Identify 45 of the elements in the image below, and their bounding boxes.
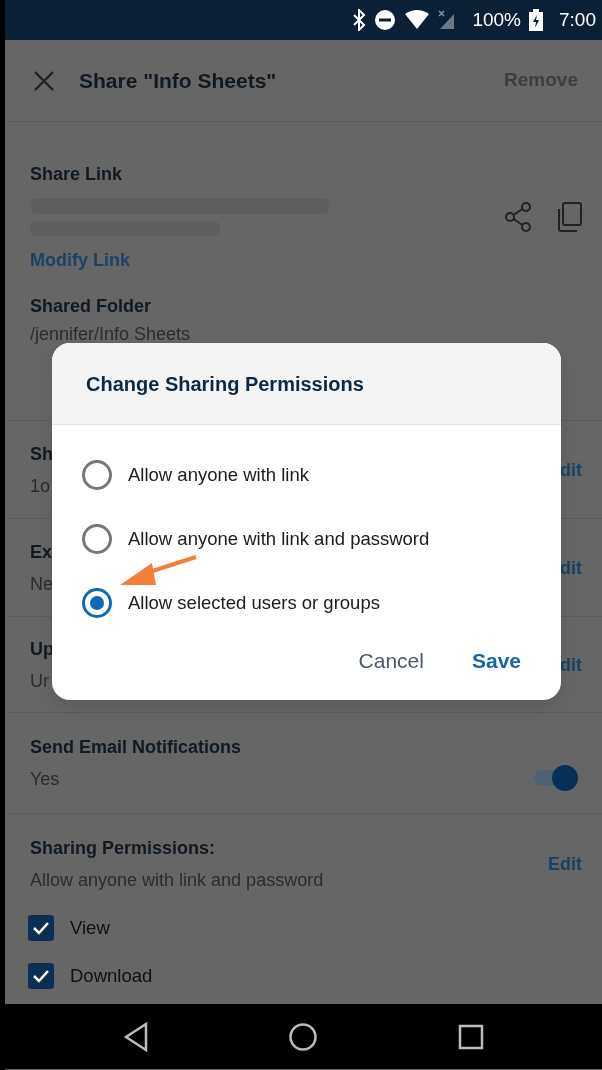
setting-label: Sharing Permissions: <box>30 837 217 860</box>
cancel-button[interactable]: Cancel <box>358 645 424 677</box>
bluetooth-icon <box>352 9 367 31</box>
radio-button[interactable] <box>82 460 112 490</box>
setting-label: Sh <box>30 442 53 466</box>
share-icon[interactable] <box>504 202 532 232</box>
section-label: Share Link <box>30 163 124 186</box>
battery-icon <box>529 9 543 31</box>
option-label: Allow selected users or groups <box>128 591 380 616</box>
checkbox[interactable] <box>28 962 54 989</box>
back-icon[interactable] <box>122 1021 149 1052</box>
close-icon[interactable] <box>33 69 55 92</box>
clock-text: 7:00 <box>559 7 596 32</box>
option-label: Allow anyone with link <box>128 463 309 488</box>
edit-link[interactable]: dit <box>560 555 582 580</box>
radio-button[interactable] <box>82 524 112 554</box>
radio-button[interactable] <box>82 588 112 618</box>
edit-link[interactable]: Edit <box>548 852 582 876</box>
edit-link[interactable]: dit <box>560 652 582 677</box>
wifi-icon <box>404 10 431 30</box>
setting-value: Yes <box>30 768 61 791</box>
copy-icon[interactable] <box>556 202 582 232</box>
setting-value: Ne <box>30 572 53 596</box>
checkbox-label: View <box>70 916 110 940</box>
section-label: Shared Folder <box>30 295 153 318</box>
edit-link[interactable]: dit <box>560 457 582 482</box>
home-icon[interactable] <box>288 1021 319 1052</box>
recents-icon[interactable] <box>458 1023 485 1050</box>
option-label: Allow anyone with link and password <box>128 527 430 552</box>
checkbox[interactable] <box>28 914 54 941</box>
do-not-disturb-icon <box>374 9 397 31</box>
dialog-title: Change Sharing Permissions <box>86 371 364 397</box>
save-button[interactable]: Save <box>471 645 521 677</box>
signal-icon <box>438 10 457 30</box>
battery-text: 100% <box>472 7 521 32</box>
page-title: Share "Info Sheets" <box>79 67 278 94</box>
setting-value: Allow anyone with link and password <box>30 869 324 892</box>
setting-label: Up <box>30 637 54 661</box>
modify-link[interactable]: Modify Link <box>30 248 582 272</box>
setting-label: Send Email Notifications <box>30 736 242 759</box>
checkbox-label: Download <box>70 963 153 988</box>
setting-value: Ur <box>30 669 50 693</box>
setting-value: 1o <box>30 474 52 498</box>
folder-path: /jennifer/Info Sheets <box>30 323 192 346</box>
setting-label: Ex <box>30 540 53 564</box>
